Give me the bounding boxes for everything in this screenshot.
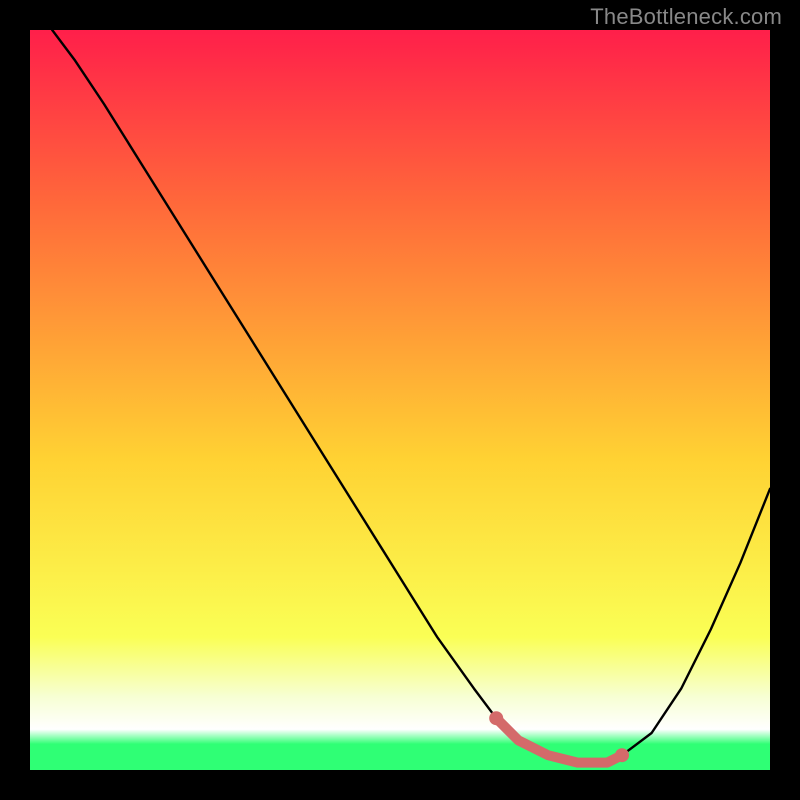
chart-svg	[30, 30, 770, 770]
plot-area	[30, 30, 770, 770]
highlight-endpoint-1	[615, 748, 629, 762]
watermark-text: TheBottleneck.com	[590, 4, 782, 30]
gradient-background	[30, 30, 770, 770]
highlight-endpoint-0	[489, 711, 503, 725]
chart-container: TheBottleneck.com	[0, 0, 800, 800]
